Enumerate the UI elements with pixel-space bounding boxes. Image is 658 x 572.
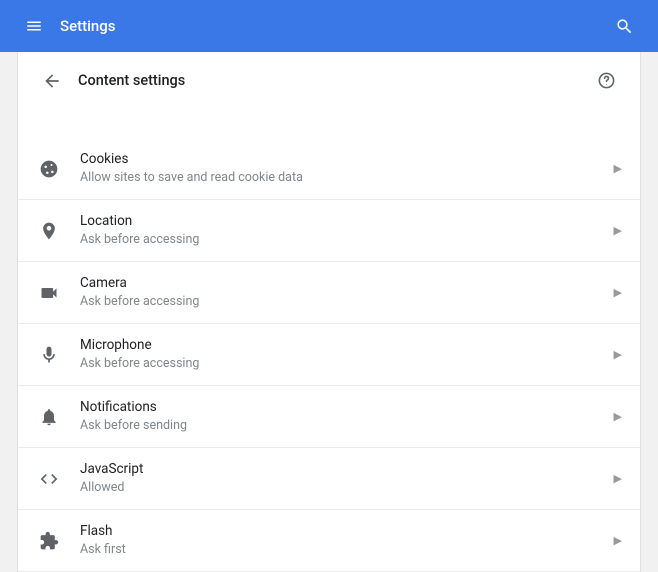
row-subtitle: Allowed — [80, 480, 606, 497]
content-row-flash[interactable]: Flash Ask first ▶ — [18, 510, 640, 572]
row-text: Cookies Allow sites to save and read coo… — [80, 150, 606, 187]
row-subtitle: Ask before accessing — [80, 356, 606, 373]
content-row-camera[interactable]: Camera Ask before accessing ▶ — [18, 262, 640, 324]
row-subtitle: Ask before accessing — [80, 294, 606, 311]
page-header: Content settings — [18, 52, 640, 110]
row-title: Microphone — [80, 336, 606, 354]
chevron-right-icon: ▶ — [614, 410, 622, 423]
row-text: JavaScript Allowed — [80, 460, 606, 497]
row-text: Flash Ask first — [80, 522, 606, 559]
search-button[interactable] — [606, 8, 642, 44]
row-subtitle: Allow sites to save and read cookie data — [80, 170, 606, 187]
chevron-right-icon: ▶ — [614, 224, 622, 237]
row-text: Microphone Ask before accessing — [80, 336, 606, 373]
row-title: Camera — [80, 274, 606, 292]
row-text: Notifications Ask before sending — [80, 398, 606, 435]
settings-sheet: Content settings Cookies Allow sites to … — [17, 52, 641, 572]
chevron-right-icon: ▶ — [614, 472, 622, 485]
row-subtitle: Ask before accessing — [80, 232, 606, 249]
hamburger-icon — [25, 17, 43, 35]
content-canvas: Content settings Cookies Allow sites to … — [0, 52, 658, 572]
help-button[interactable] — [590, 65, 622, 97]
arrow-back-icon — [42, 71, 62, 91]
microphone-icon — [38, 344, 60, 366]
content-row-cookies[interactable]: Cookies Allow sites to save and read coo… — [18, 138, 640, 200]
header-spacer — [18, 110, 640, 138]
content-row-notifications[interactable]: Notifications Ask before sending ▶ — [18, 386, 640, 448]
row-subtitle: Ask first — [80, 542, 606, 559]
extension-icon — [38, 530, 60, 552]
camera-icon — [38, 282, 60, 304]
hamburger-menu-button[interactable] — [16, 8, 52, 44]
row-text: Location Ask before accessing — [80, 212, 606, 249]
content-row-javascript[interactable]: JavaScript Allowed ▶ — [18, 448, 640, 510]
row-title: Flash — [80, 522, 606, 540]
location-icon — [38, 220, 60, 242]
back-button[interactable] — [36, 65, 68, 97]
page-title: Content settings — [78, 72, 590, 89]
chevron-right-icon: ▶ — [614, 534, 622, 547]
chevron-right-icon: ▶ — [614, 162, 622, 175]
search-icon — [615, 17, 634, 36]
bell-icon — [38, 406, 60, 428]
row-title: JavaScript — [80, 460, 606, 478]
app-title: Settings — [60, 17, 606, 35]
help-icon — [597, 71, 616, 90]
row-title: Location — [80, 212, 606, 230]
chevron-right-icon: ▶ — [614, 348, 622, 361]
row-subtitle: Ask before sending — [80, 418, 606, 435]
row-title: Cookies — [80, 150, 606, 168]
row-title: Notifications — [80, 398, 606, 416]
code-icon — [38, 468, 60, 490]
cookie-icon — [38, 158, 60, 180]
row-text: Camera Ask before accessing — [80, 274, 606, 311]
app-topbar: Settings — [0, 0, 658, 52]
chevron-right-icon: ▶ — [614, 286, 622, 299]
content-row-location[interactable]: Location Ask before accessing ▶ — [18, 200, 640, 262]
content-row-microphone[interactable]: Microphone Ask before accessing ▶ — [18, 324, 640, 386]
